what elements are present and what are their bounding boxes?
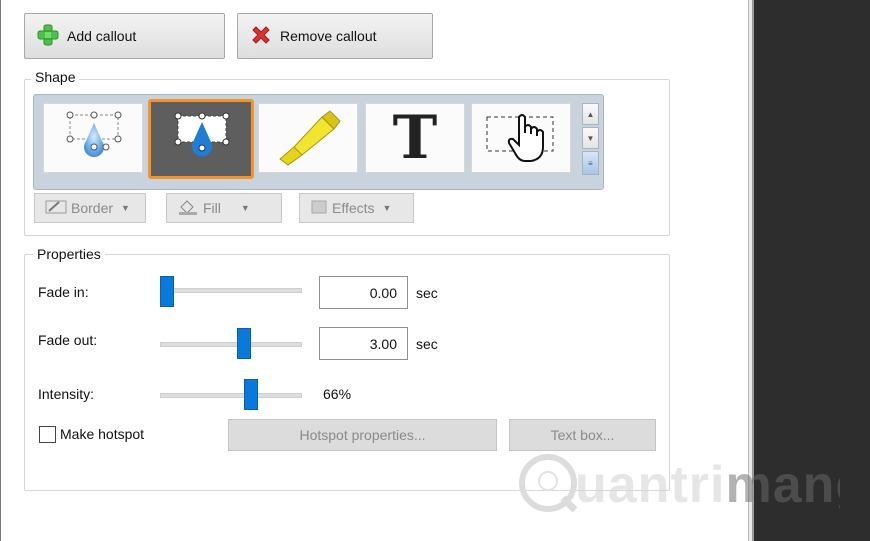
hand-cursor-icon — [481, 107, 561, 170]
fade-in-field[interactable]: 0.00 — [319, 276, 408, 309]
watermark-text: uantrimang — [575, 455, 840, 520]
effects-icon — [310, 199, 328, 218]
make-hotspot-checkbox[interactable] — [39, 426, 56, 443]
fade-in-track[interactable] — [160, 288, 302, 293]
fade-in-value: 0.00 — [369, 284, 397, 301]
hotspot-properties-button[interactable]: Hotspot properties... — [228, 419, 497, 451]
gallery-scroll-up[interactable]: ▲ — [582, 103, 599, 125]
intensity-label: Intensity: — [38, 386, 95, 402]
shape-tile-spotlight-dark[interactable] — [148, 99, 254, 179]
add-callout-button[interactable]: Add callout — [24, 13, 225, 59]
text-t-icon: T — [392, 103, 438, 173]
chevron-down-icon: ▼ — [121, 203, 130, 213]
shape-gallery: T ▲ ▼ ≡ — [33, 94, 604, 190]
shape-tile-hotspot[interactable] — [471, 103, 571, 173]
properties-legend: Properties — [33, 246, 105, 262]
shape-tile-spotlight[interactable] — [43, 103, 143, 173]
fade-in-slider-thumb[interactable] — [160, 276, 174, 307]
gallery-scroll-down[interactable]: ▼ — [582, 127, 599, 149]
fade-out-unit: sec — [416, 336, 438, 352]
watermark-logo — [517, 452, 579, 517]
border-label: Border — [71, 200, 114, 216]
shape-legend: Shape — [31, 69, 80, 85]
border-dropdown[interactable]: Border ▼ — [34, 193, 146, 223]
watermark-text-light: uantri — [575, 456, 726, 514]
remove-callout-button[interactable]: Remove callout — [237, 13, 433, 59]
add-icon — [37, 24, 59, 49]
border-icon — [45, 199, 67, 218]
add-callout-label: Add callout — [67, 28, 137, 44]
intensity-track[interactable] — [160, 393, 302, 398]
fill-dropdown[interactable]: Fill ▼ — [166, 193, 282, 223]
fade-in-unit: sec — [416, 285, 438, 301]
remove-callout-label: Remove callout — [280, 28, 377, 44]
chevron-down-icon: ▼ — [382, 203, 392, 213]
fade-out-value: 3.00 — [369, 335, 397, 352]
fade-out-field[interactable]: 3.00 — [319, 327, 408, 360]
make-hotspot-label[interactable]: Make hotspot — [60, 426, 144, 442]
remove-icon — [250, 24, 272, 49]
text-box-label: Text box... — [550, 427, 615, 443]
fill-label: Fill — [203, 200, 221, 216]
effects-label: Effects — [332, 200, 375, 216]
text-box-button[interactable]: Text box... — [509, 419, 656, 451]
intensity-value: 66% — [323, 386, 352, 402]
hotspot-properties-label: Hotspot properties... — [299, 427, 426, 443]
spotlight-callout-dark-icon — [166, 108, 236, 171]
highlighter-icon — [272, 107, 344, 170]
intensity-slider-thumb[interactable] — [244, 379, 258, 410]
gallery-expand[interactable]: ≡ — [582, 151, 599, 175]
fill-bucket-icon — [177, 199, 199, 218]
watermark-text-dark: mang — [725, 456, 840, 514]
spotlight-callout-icon — [58, 107, 128, 170]
fade-out-track[interactable] — [160, 342, 302, 347]
fade-out-slider-thumb[interactable] — [237, 328, 251, 359]
fade-in-label: Fade in: — [38, 284, 89, 300]
fade-out-label: Fade out: — [38, 332, 98, 348]
effects-dropdown[interactable]: Effects ▼ — [299, 193, 414, 223]
shape-tile-text[interactable]: T — [365, 103, 465, 173]
chevron-down-icon: ▼ — [240, 203, 250, 213]
shape-tile-highlight[interactable] — [258, 103, 358, 173]
